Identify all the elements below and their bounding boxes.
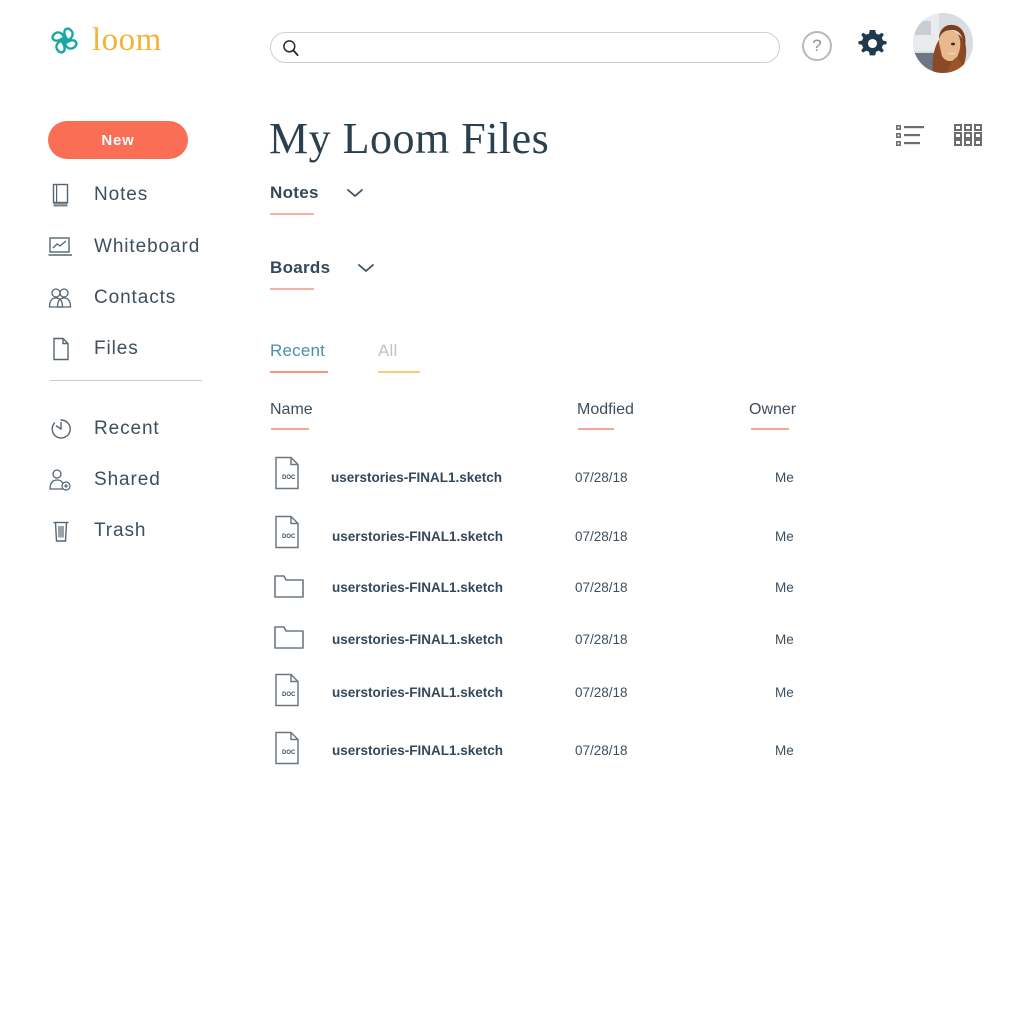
table-row[interactable]: DOC userstories-FINAL1.sketch 07/28/18 M… [270, 718, 1000, 769]
column-underline [751, 428, 789, 430]
file-modified: 07/28/18 [575, 743, 628, 758]
sidebar-item-label: Whiteboard [94, 236, 201, 257]
sidebar-item-shared[interactable]: Shared [48, 464, 161, 496]
search-icon [283, 39, 299, 56]
file-owner: Me [775, 743, 794, 758]
sidebar-item-label: Shared [94, 469, 161, 490]
sidebar-item-label: Recent [94, 418, 160, 439]
file-modified: 07/28/18 [575, 470, 628, 485]
sidebar-divider [50, 380, 202, 381]
svg-text:DOC: DOC [282, 475, 296, 481]
filter-underline [270, 213, 314, 215]
file-modified: 07/28/18 [575, 580, 628, 595]
doc-file-icon: DOC [273, 456, 305, 490]
sidebar-item-files[interactable]: Files [48, 333, 139, 365]
doc-file-icon: DOC [273, 673, 305, 707]
filter-label: Boards [270, 258, 331, 277]
notebook-icon [48, 181, 74, 209]
folder-icon [273, 572, 305, 606]
sidebar-item-recent[interactable]: Recent [48, 413, 160, 445]
filter-label: Notes [270, 183, 319, 202]
loom-knot-logo-icon [51, 27, 78, 54]
sidebar-item-trash[interactable]: Trash [48, 515, 146, 547]
svg-text:DOC: DOC [282, 750, 296, 756]
whiteboard-icon [48, 233, 74, 261]
filter-underline [270, 288, 314, 290]
tab-group: Recent All [270, 341, 420, 373]
filter-notes[interactable]: Notes [270, 183, 365, 215]
table-row[interactable]: DOC userstories-FINAL1.sketch 07/28/18 M… [270, 507, 1000, 558]
grid-view-icon[interactable] [954, 124, 984, 146]
chevron-down-icon[interactable] [345, 187, 365, 199]
filter-boards[interactable]: Boards [270, 258, 376, 290]
user-avatar-icon [913, 13, 973, 73]
sidebar: New Notes Whiteboard Contacts Files Rece… [0, 88, 250, 1024]
sidebar-item-label: Notes [94, 184, 149, 205]
app-header: loom ? [0, 0, 1024, 88]
file-name: userstories-FINAL1.sketch [332, 743, 504, 758]
file-name: userstories-FINAL1.sketch [332, 529, 504, 544]
column-underline [578, 428, 614, 430]
file-owner: Me [775, 529, 794, 544]
table-row[interactable]: userstories-FINAL1.sketch 07/28/18 Me [270, 609, 1000, 660]
file-owner: Me [775, 632, 794, 647]
table-row[interactable]: userstories-FINAL1.sketch 07/28/18 Me [270, 558, 1000, 609]
column-underline [271, 428, 309, 430]
brand-name: loom [92, 22, 162, 58]
sidebar-item-notes[interactable]: Notes [48, 179, 148, 211]
search-input[interactable] [301, 33, 779, 62]
column-header-owner[interactable]: Owner [749, 401, 796, 419]
sidebar-item-label: Contacts [94, 287, 177, 308]
settings-button[interactable] [855, 26, 890, 61]
file-icon [48, 335, 74, 363]
column-header-modified[interactable]: Modfied [577, 401, 634, 419]
trash-icon [48, 517, 74, 545]
gear-icon [858, 29, 887, 56]
table-header-row: Name Modfied Owner [270, 401, 1000, 435]
svg-text:DOC: DOC [282, 692, 296, 698]
sidebar-item-contacts[interactable]: Contacts [48, 282, 176, 314]
list-view-icon[interactable] [896, 124, 924, 146]
file-name: userstories-FINAL1.sketch [332, 632, 504, 647]
tab-recent[interactable]: Recent [270, 341, 328, 373]
chevron-down-icon[interactable] [356, 262, 376, 274]
help-label: ? [812, 36, 822, 55]
table-row[interactable]: DOC userstories-FINAL1.sketch 07/28/18 M… [270, 660, 1000, 711]
file-modified: 07/28/18 [575, 685, 628, 700]
file-modified: 07/28/18 [575, 529, 628, 544]
doc-file-icon: DOC [273, 515, 305, 549]
column-header-name[interactable]: Name [270, 401, 313, 419]
tab-all[interactable]: All [378, 341, 420, 373]
clock-icon [48, 415, 74, 443]
help-button[interactable]: ? [802, 31, 832, 61]
files-table: Name Modfied Owner DOC userstories-FINAL… [270, 401, 1000, 769]
tab-underline [270, 371, 328, 373]
table-row[interactable]: DOC userstories-FINAL1.sketch 07/28/18 M… [270, 456, 1000, 507]
page-title: My Loom Files [269, 114, 550, 163]
sidebar-item-whiteboard[interactable]: Whiteboard [48, 231, 200, 263]
new-button[interactable]: New [48, 121, 188, 159]
tab-label: All [378, 341, 398, 360]
file-owner: Me [775, 580, 794, 595]
sidebar-item-label: Files [94, 338, 139, 359]
file-owner: Me [775, 470, 794, 485]
file-name: userstories-FINAL1.sketch [332, 685, 504, 700]
tab-underline [378, 371, 420, 373]
search-bar[interactable] [270, 32, 780, 63]
contacts-icon [48, 284, 74, 312]
tab-label: Recent [270, 341, 326, 360]
view-toggle-group [896, 124, 984, 146]
folder-icon [273, 623, 305, 657]
file-owner: Me [775, 685, 794, 700]
sidebar-item-label: Trash [94, 520, 147, 541]
main-content: My Loom Files Notes Boards Recent All Na… [250, 88, 1024, 1024]
brand-logo[interactable]: loom [46, 22, 162, 59]
avatar[interactable] [913, 13, 973, 73]
doc-file-icon: DOC [273, 731, 305, 765]
file-name: userstories-FINAL1.sketch [331, 470, 503, 485]
svg-text:DOC: DOC [282, 534, 296, 540]
file-name: userstories-FINAL1.sketch [332, 580, 504, 595]
share-user-icon [48, 466, 74, 494]
file-modified: 07/28/18 [575, 632, 628, 647]
